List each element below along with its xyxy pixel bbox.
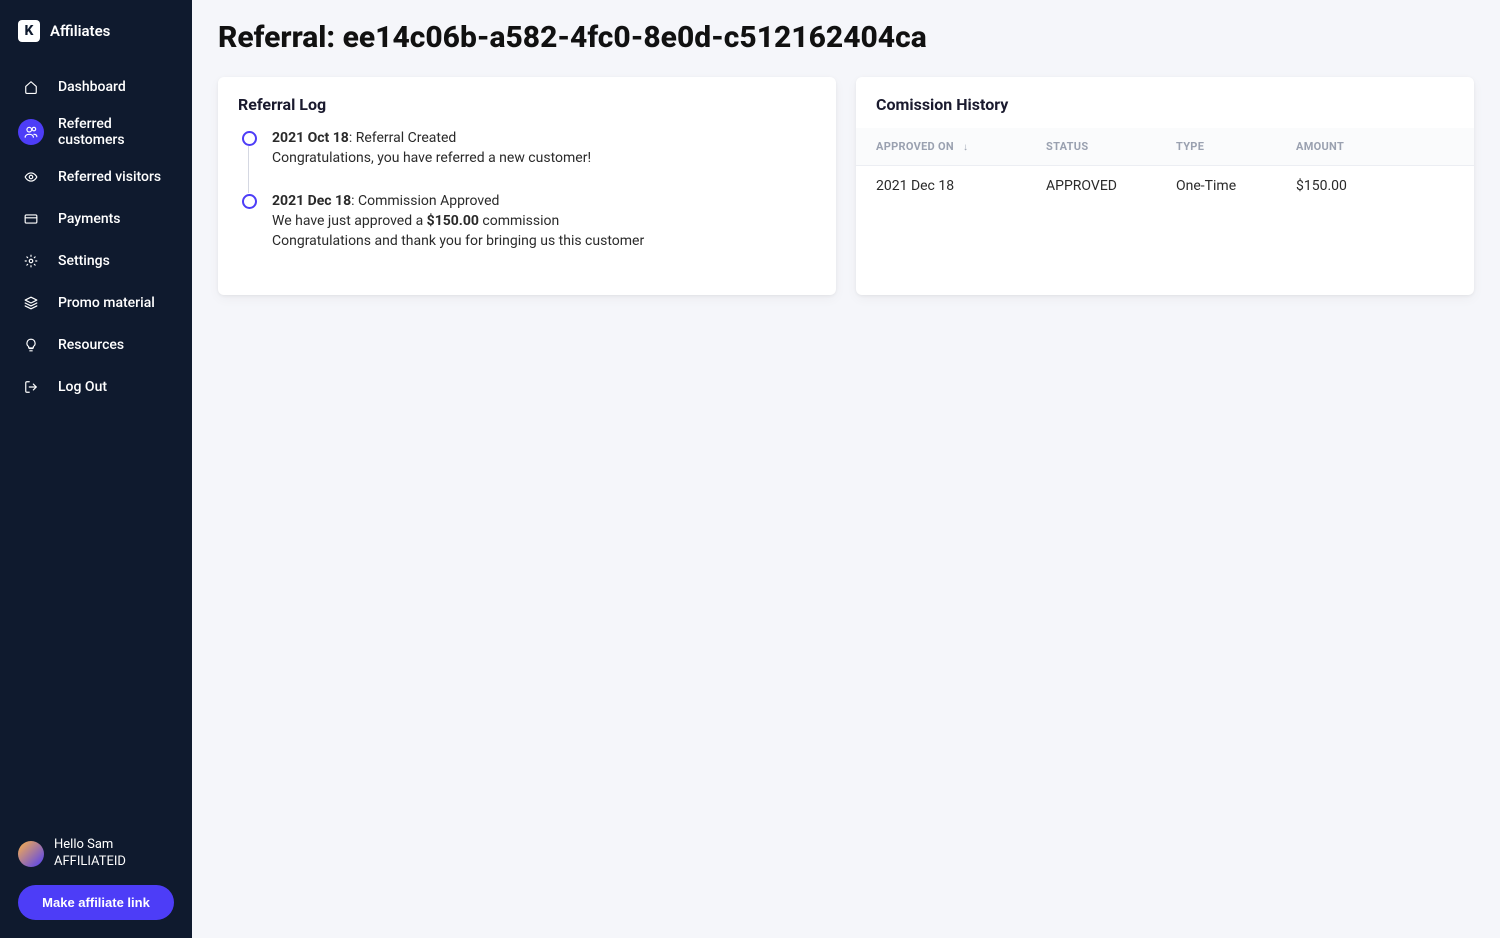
referral-log-timeline: 2021 Oct 18: Referral Created Congratulat…	[218, 128, 836, 275]
brand-logo: K	[18, 20, 40, 42]
sidebar-item-label: Payments	[58, 211, 121, 227]
user-block[interactable]: Hello Sam AFFILIATEID	[0, 837, 192, 885]
sidebar-item-label: Resources	[58, 337, 124, 353]
user-id: AFFILIATEID	[54, 854, 126, 871]
col-amount-header[interactable]: AMOUNT	[1296, 140, 1454, 153]
sidebar-item-promo-material[interactable]: Promo material	[0, 282, 192, 324]
users-icon	[18, 119, 44, 145]
sidebar-item-label: Referred visitors	[58, 169, 161, 185]
sidebar-item-label: Referred customers	[58, 116, 174, 148]
user-lines: Hello Sam AFFILIATEID	[54, 837, 126, 871]
commission-row[interactable]: 2021 Dec 18APPROVEDOne-Time$150.00	[856, 166, 1474, 206]
layers-icon	[18, 290, 44, 316]
page-title: Referral: ee14c06b-a582-4fc0-8e0d-c51216…	[218, 20, 1474, 55]
col-type-header[interactable]: TYPE	[1176, 140, 1296, 153]
brand[interactable]: K Affiliates	[0, 20, 192, 60]
sidebar-item-label: Log Out	[58, 379, 107, 395]
home-icon	[18, 74, 44, 100]
entry-line: We have just approved a $150.00 commissi…	[272, 211, 816, 231]
sidebar-item-payments[interactable]: Payments	[0, 198, 192, 240]
logout-icon	[18, 374, 44, 400]
sidebar: K Affiliates Dashboard Referred customers…	[0, 0, 192, 938]
timeline-entry: 2021 Oct 18: Referral Created Congratulat…	[238, 128, 816, 191]
col-approved-on-label: APPROVED ON	[876, 140, 954, 153]
sort-arrow-icon: ↓	[963, 142, 968, 153]
referral-log-card: Referral Log 2021 Oct 18: Referral Creat…	[218, 77, 836, 295]
sidebar-item-resources[interactable]: Resources	[0, 324, 192, 366]
col-status-header[interactable]: STATUS	[1046, 140, 1176, 153]
col-approved-on-header[interactable]: APPROVED ON ↓	[876, 140, 1046, 153]
bulb-icon	[18, 332, 44, 358]
sidebar-item-label: Dashboard	[58, 79, 126, 95]
main-content: Referral: ee14c06b-a582-4fc0-8e0d-c51216…	[192, 0, 1500, 938]
cell-status: APPROVED	[1046, 178, 1176, 194]
cell-amount: $150.00	[1296, 178, 1454, 194]
commission-history-card: Comission History APPROVED ON ↓ STATUS T…	[856, 77, 1474, 295]
sidebar-item-referred-visitors[interactable]: Referred visitors	[0, 156, 192, 198]
user-greeting: Hello Sam	[54, 837, 126, 854]
timeline-entry: 2021 Dec 18: Commission Approved We have …	[238, 191, 816, 256]
gear-icon	[18, 248, 44, 274]
commission-history-heading: Comission History	[856, 77, 1474, 128]
card-icon	[18, 206, 44, 232]
sidebar-item-log-out[interactable]: Log Out	[0, 366, 192, 408]
make-affiliate-link-button[interactable]: Make affiliate link	[18, 885, 174, 920]
sidebar-item-label: Settings	[58, 253, 110, 269]
sidebar-item-settings[interactable]: Settings	[0, 240, 192, 282]
referral-log-heading: Referral Log	[218, 77, 836, 128]
entry-date: 2021 Dec 18	[272, 193, 351, 209]
sidebar-nav: Dashboard Referred customers Referred visi…	[0, 66, 192, 408]
sidebar-spacer	[0, 408, 192, 837]
cards-row: Referral Log 2021 Oct 18: Referral Creat…	[218, 77, 1474, 295]
cell-approved-on: 2021 Dec 18	[876, 178, 1046, 194]
entry-title: : Referral Created	[349, 130, 456, 146]
commission-table-header: APPROVED ON ↓ STATUS TYPE AMOUNT	[856, 128, 1474, 166]
sidebar-item-dashboard[interactable]: Dashboard	[0, 66, 192, 108]
avatar	[18, 841, 44, 867]
sidebar-item-label: Promo material	[58, 295, 155, 311]
eye-icon	[18, 164, 44, 190]
brand-name: Affiliates	[50, 22, 110, 40]
entry-title: : Commission Approved	[351, 193, 499, 209]
entry-line: Congratulations, you have referred a new…	[272, 148, 816, 168]
entry-date: 2021 Oct 18	[272, 130, 349, 146]
entry-line: Congratulations and thank you for bringi…	[272, 231, 816, 251]
cell-type: One-Time	[1176, 178, 1296, 194]
commission-table-body: 2021 Dec 18APPROVEDOne-Time$150.00	[856, 166, 1474, 206]
sidebar-item-referred-customers[interactable]: Referred customers	[0, 108, 192, 156]
